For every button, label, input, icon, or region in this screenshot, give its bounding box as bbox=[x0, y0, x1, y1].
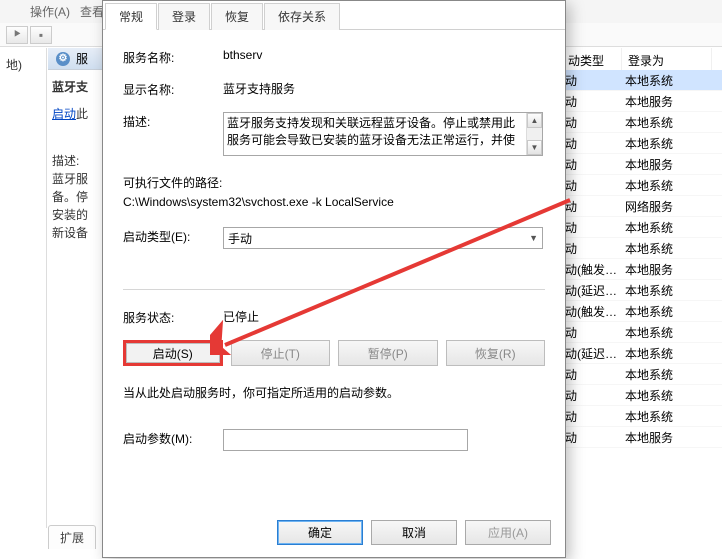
table-row[interactable]: 动本地服务 bbox=[562, 154, 722, 175]
nav-back-icon[interactable]: ⯈ bbox=[6, 26, 28, 44]
services-table[interactable]: 动本地系统动本地服务动本地系统动本地系统动本地服务动本地系统动网络服务动本地系统… bbox=[562, 70, 722, 448]
table-row[interactable]: 动本地系统 bbox=[562, 238, 722, 259]
value-exe-path: C:\Windows\system32\svchost.exe -k Local… bbox=[123, 195, 545, 209]
start-button[interactable]: 启动(S) bbox=[123, 340, 223, 366]
value-service-name: bthserv bbox=[223, 48, 545, 62]
service-properties-dialog: 常规 登录 恢复 依存关系 服务名称: bthserv 显示名称: 蓝牙支持服务… bbox=[102, 0, 566, 558]
start-service-link[interactable]: 启动 bbox=[52, 107, 76, 121]
cancel-button[interactable]: 取消 bbox=[371, 520, 457, 545]
label-display-name: 显示名称: bbox=[123, 80, 223, 98]
tab-logon[interactable]: 登录 bbox=[158, 3, 210, 30]
table-row[interactable]: 动(触发…本地服务 bbox=[562, 259, 722, 280]
table-row[interactable]: 动本地系统 bbox=[562, 322, 722, 343]
label-description: 描述: bbox=[123, 112, 223, 130]
value-service-status: 已停止 bbox=[223, 308, 545, 325]
startup-type-value: 手动 bbox=[228, 230, 252, 247]
tab-general[interactable]: 常规 bbox=[105, 3, 157, 30]
panel-header: ⚙ 服 bbox=[48, 48, 109, 70]
startup-params-note: 当从此处启动服务时，你可指定所适用的启动参数。 bbox=[123, 384, 545, 401]
table-row[interactable]: 动(延迟…本地系统 bbox=[562, 343, 722, 364]
side-desc-l3: 安装的 bbox=[52, 206, 105, 224]
side-desc-l4: 新设备 bbox=[52, 224, 105, 242]
table-row[interactable]: 动网络服务 bbox=[562, 196, 722, 217]
label-service-status: 服务状态: bbox=[123, 308, 223, 326]
scroll-up-icon[interactable]: ▲ bbox=[527, 113, 542, 128]
table-row[interactable]: 动本地系统 bbox=[562, 406, 722, 427]
pause-button: 暂停(P) bbox=[338, 340, 438, 366]
table-row[interactable]: 动本地系统 bbox=[562, 112, 722, 133]
left-tree: 地) bbox=[0, 48, 47, 528]
table-header: 动类型 登录为 bbox=[562, 48, 722, 72]
startup-type-select[interactable]: 手动 ▼ bbox=[223, 227, 543, 249]
table-row[interactable]: 动本地系统 bbox=[562, 175, 722, 196]
side-desc-label: 描述: bbox=[52, 152, 105, 170]
tab-recovery[interactable]: 恢复 bbox=[211, 3, 263, 30]
resume-button: 恢复(R) bbox=[446, 340, 546, 366]
scrollbar[interactable]: ▲ ▼ bbox=[526, 113, 542, 155]
table-row[interactable]: 动(触发…本地系统 bbox=[562, 301, 722, 322]
nav-stop-icon[interactable]: ▪ bbox=[30, 26, 52, 44]
table-row[interactable]: 动本地系统 bbox=[562, 217, 722, 238]
description-textarea[interactable]: 蓝牙服务支持发现和关联远程蓝牙设备。停止或禁用此服务可能会导致已安装的蓝牙设备无… bbox=[223, 112, 543, 156]
label-startup-type: 启动类型(E): bbox=[123, 227, 223, 245]
table-row[interactable]: 动本地服务 bbox=[562, 427, 722, 448]
menu-action[interactable]: 操作(A) bbox=[30, 3, 70, 20]
services-icon: ⚙ bbox=[56, 52, 70, 66]
dialog-tabs: 常规 登录 恢复 依存关系 bbox=[103, 1, 565, 30]
table-row[interactable]: 动本地系统 bbox=[562, 70, 722, 91]
apply-button: 应用(A) bbox=[465, 520, 551, 545]
table-row[interactable]: 动(延迟…本地系统 bbox=[562, 280, 722, 301]
value-display-name: 蓝牙支持服务 bbox=[223, 80, 545, 97]
label-startup-param: 启动参数(M): bbox=[123, 429, 223, 447]
label-service-name: 服务名称: bbox=[123, 48, 223, 66]
table-row[interactable]: 动本地系统 bbox=[562, 385, 722, 406]
panel-title-fragment: 服 bbox=[76, 50, 88, 67]
side-desc-l1: 蓝牙服 bbox=[52, 170, 105, 188]
separator bbox=[123, 289, 545, 290]
col-logon-as[interactable]: 登录为 bbox=[622, 48, 712, 71]
startup-param-input[interactable] bbox=[223, 429, 468, 451]
table-row[interactable]: 动本地系统 bbox=[562, 364, 722, 385]
bottom-tab-extended[interactable]: 扩展 bbox=[48, 525, 96, 549]
table-row[interactable]: 动本地服务 bbox=[562, 91, 722, 112]
scroll-down-icon[interactable]: ▼ bbox=[527, 140, 542, 155]
col-startup-type[interactable]: 动类型 bbox=[562, 48, 622, 71]
tree-item[interactable]: 地) bbox=[4, 54, 42, 75]
side-desc-l2: 备。停 bbox=[52, 188, 105, 206]
selected-service-title: 蓝牙支 bbox=[52, 78, 105, 95]
label-exe-path: 可执行文件的路径: bbox=[123, 174, 545, 191]
table-row[interactable]: 动本地系统 bbox=[562, 133, 722, 154]
tab-dependencies[interactable]: 依存关系 bbox=[264, 3, 340, 30]
stop-button: 停止(T) bbox=[231, 340, 331, 366]
chevron-down-icon: ▼ bbox=[529, 233, 538, 243]
service-description-panel: ⚙ 服 蓝牙支 启动此 描述: 蓝牙服 备。停 安装的 新设备 bbox=[48, 48, 110, 528]
ok-button[interactable]: 确定 bbox=[277, 520, 363, 545]
